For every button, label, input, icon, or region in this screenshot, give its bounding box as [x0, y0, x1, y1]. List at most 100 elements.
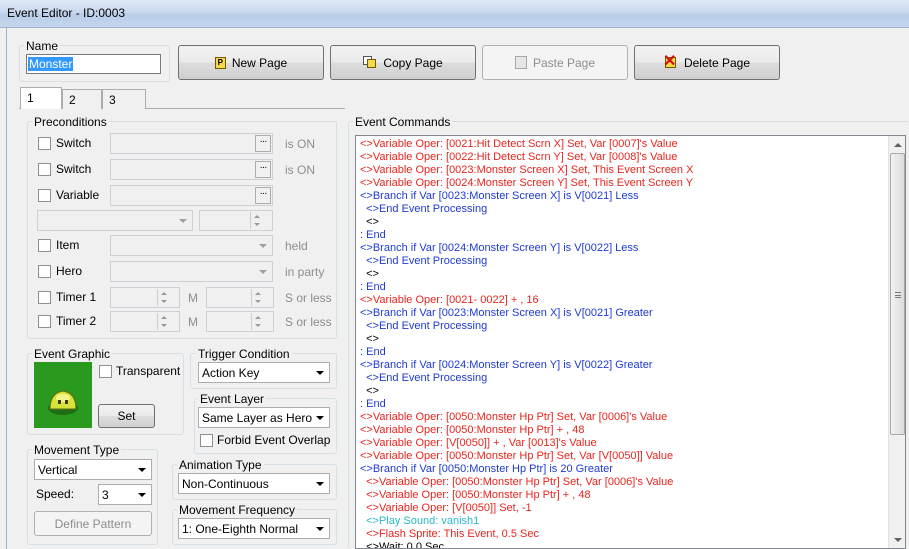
- delete-page-icon: ✕: [662, 53, 677, 70]
- command-line[interactable]: : End: [360, 281, 386, 294]
- command-line[interactable]: : End: [360, 229, 386, 242]
- switch1-suffix: is ON: [285, 137, 315, 151]
- define-pattern-button[interactable]: Define Pattern: [34, 511, 152, 536]
- command-line[interactable]: <>: [360, 385, 379, 398]
- command-line[interactable]: <>Branch if Var [0050:Monster Hp Ptr] is…: [360, 463, 613, 476]
- command-line[interactable]: <>Variable Oper: [0023:Monster Screen X]…: [360, 164, 693, 177]
- spin-arrows-icon[interactable]: [157, 313, 170, 330]
- variable-field[interactable]: ···: [110, 185, 273, 206]
- command-line[interactable]: <>Flash Sprite: This Event, 0.5 Sec: [360, 528, 539, 541]
- command-line[interactable]: <>Variable Oper: [0050:Monster Hp Ptr] S…: [360, 476, 673, 489]
- forbid-overlap-label: Forbid Event Overlap: [217, 433, 331, 447]
- command-line[interactable]: <>Play Sound: vanish1: [360, 515, 479, 528]
- forbid-overlap-checkbox[interactable]: [200, 434, 213, 447]
- set-graphic-button[interactable]: Set: [98, 404, 155, 428]
- spin-arrows-icon[interactable]: [250, 212, 263, 229]
- hero-checkbox[interactable]: [38, 265, 51, 278]
- switch1-label: Switch: [56, 136, 92, 150]
- paste-page-button[interactable]: Paste Page: [482, 45, 628, 80]
- timer1-suffix: S or less: [285, 291, 332, 305]
- movement-type-dropdown[interactable]: Vertical: [34, 459, 152, 480]
- switch1-checkbox[interactable]: [38, 137, 51, 150]
- command-line[interactable]: <>Variable Oper: [0024:Monster Screen Y]…: [360, 177, 693, 190]
- chevron-down-icon: [174, 212, 191, 229]
- timer2-minutes-stepper[interactable]: [110, 311, 180, 332]
- hero-suffix: in party: [285, 265, 325, 279]
- command-line[interactable]: <>Variable Oper: [0021:Hit Detect Scrn X…: [360, 138, 678, 151]
- switch2-checkbox[interactable]: [38, 163, 51, 176]
- command-line[interactable]: <>: [360, 268, 379, 281]
- switch2-suffix: is ON: [285, 163, 315, 177]
- command-line[interactable]: <>End Event Processing: [360, 320, 487, 333]
- event-commands-scrollbar[interactable]: [888, 136, 905, 548]
- command-line[interactable]: <>Variable Oper: [0050:Monster Hp Ptr] S…: [360, 411, 667, 424]
- command-line[interactable]: <>Variable Oper: [0021- 0022] + , 16: [360, 294, 539, 307]
- delete-page-button[interactable]: ✕ Delete Page: [634, 45, 780, 80]
- tab-page-3[interactable]: 3: [102, 89, 146, 109]
- movement-frequency-dropdown[interactable]: 1: One-Eighth Normal: [178, 518, 330, 539]
- movement-type-label: Movement Type: [32, 443, 122, 457]
- timer1-seconds-stepper[interactable]: [206, 287, 274, 308]
- command-line[interactable]: <>Branch if Var [0023:Monster Screen X] …: [360, 190, 639, 203]
- variable-compare-dropdown[interactable]: [37, 210, 193, 231]
- timer1-minutes-stepper[interactable]: [110, 287, 180, 308]
- command-line[interactable]: <>Branch if Var [0023:Monster Screen X] …: [360, 307, 653, 320]
- item-suffix: held: [285, 239, 308, 253]
- event-graphic-preview[interactable]: [34, 362, 92, 428]
- variable-value-stepper[interactable]: [199, 210, 273, 231]
- command-line[interactable]: <>Variable Oper: [0050:Monster Hp Ptr] S…: [360, 450, 673, 463]
- scrollbar-thumb[interactable]: [890, 153, 905, 435]
- item-checkbox[interactable]: [38, 239, 51, 252]
- switch1-field[interactable]: ···: [110, 133, 273, 154]
- chevron-down-icon: [311, 364, 328, 381]
- command-line[interactable]: <>End Event Processing: [360, 372, 487, 385]
- event-commands-list[interactable]: <>Variable Oper: [0021:Hit Detect Scrn X…: [355, 135, 906, 549]
- command-line[interactable]: <>End Event Processing: [360, 255, 487, 268]
- command-line[interactable]: : End: [360, 346, 386, 359]
- new-page-button[interactable]: P New Page: [178, 45, 324, 80]
- scroll-down-icon[interactable]: [889, 531, 905, 548]
- command-line[interactable]: <>Branch if Var [0024:Monster Screen Y] …: [360, 359, 652, 372]
- chevron-down-icon: [133, 486, 150, 503]
- command-line[interactable]: <>Variable Oper: [V[0050]] + , Var [0013…: [360, 437, 597, 450]
- event-layer-dropdown[interactable]: Same Layer as Hero: [198, 407, 330, 428]
- event-name-input[interactable]: Monster: [26, 54, 161, 74]
- timer2-label: Timer 2: [56, 314, 97, 328]
- command-line[interactable]: : End: [360, 398, 386, 411]
- command-line[interactable]: <>: [360, 333, 379, 346]
- animation-type-dropdown[interactable]: Non-Continuous: [178, 473, 330, 494]
- switch2-browse-button[interactable]: ···: [255, 161, 271, 178]
- command-line[interactable]: <>End Event Processing: [360, 203, 487, 216]
- timer1-checkbox[interactable]: [38, 291, 51, 304]
- timer1-m-label: M: [188, 291, 198, 305]
- item-dropdown[interactable]: [110, 235, 273, 256]
- scroll-up-icon[interactable]: [889, 136, 905, 153]
- tab-page-1[interactable]: 1: [20, 87, 62, 109]
- speed-dropdown[interactable]: 3: [98, 484, 152, 505]
- copy-page-icon: [363, 56, 377, 69]
- spin-arrows-icon[interactable]: [251, 313, 264, 330]
- paste-page-icon: [514, 56, 527, 69]
- animation-type-label: Animation Type: [177, 458, 264, 472]
- switch1-browse-button[interactable]: ···: [255, 135, 271, 152]
- command-line[interactable]: <>Variable Oper: [0022:Hit Detect Scrn Y…: [360, 151, 677, 164]
- variable-checkbox[interactable]: [38, 189, 51, 202]
- tab-page-2[interactable]: 2: [62, 89, 102, 109]
- command-line[interactable]: <>Wait: 0.0 Sec: [360, 541, 444, 548]
- spin-arrows-icon[interactable]: [157, 289, 170, 306]
- timer2-checkbox[interactable]: [38, 315, 51, 328]
- timer2-seconds-stepper[interactable]: [206, 311, 274, 332]
- copy-page-button[interactable]: Copy Page: [330, 45, 476, 80]
- command-line[interactable]: <>Branch if Var [0024:Monster Screen Y] …: [360, 242, 638, 255]
- switch2-field[interactable]: ···: [110, 159, 273, 180]
- movement-frequency-label: Movement Frequency: [177, 503, 298, 517]
- trigger-condition-dropdown[interactable]: Action Key: [198, 362, 330, 383]
- command-line[interactable]: <>Variable Oper: [V[0050]] Set, -1: [360, 502, 532, 515]
- transparent-checkbox[interactable]: [99, 365, 112, 378]
- spin-arrows-icon[interactable]: [251, 289, 264, 306]
- hero-dropdown[interactable]: [110, 261, 273, 282]
- variable-browse-button[interactable]: ···: [255, 187, 271, 204]
- command-line[interactable]: <>Variable Oper: [0050:Monster Hp Ptr] +…: [360, 424, 585, 437]
- command-line[interactable]: <>: [360, 216, 379, 229]
- command-line[interactable]: <>Variable Oper: [0050:Monster Hp Ptr] +…: [360, 489, 591, 502]
